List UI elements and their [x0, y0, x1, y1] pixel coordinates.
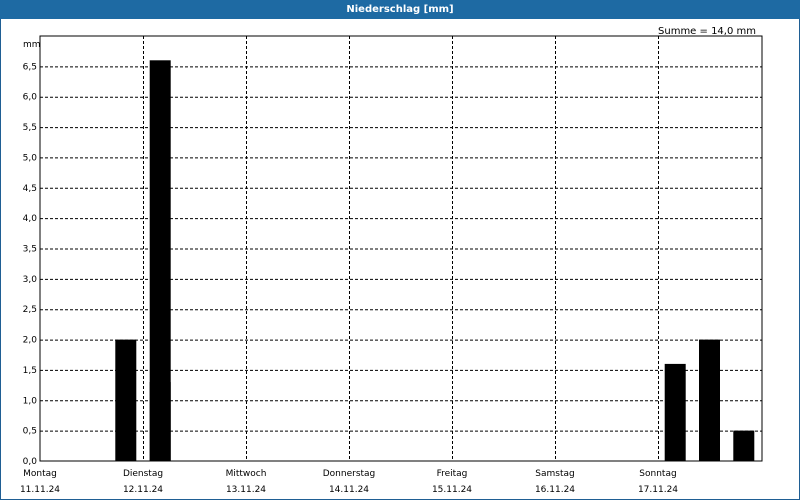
- precipitation-bar: [733, 430, 755, 461]
- x-tick-date: 14.11.24: [329, 485, 369, 495]
- y-tick-label: 2,0: [23, 336, 38, 346]
- precipitation-bar: [115, 339, 137, 461]
- y-tick-label: 1,5: [23, 366, 37, 376]
- x-tick-weekday: Sonntag: [639, 469, 676, 479]
- y-tick-label: 5,5: [23, 123, 37, 133]
- x-tick-date: 13.11.24: [226, 485, 266, 495]
- grid-lines: [40, 36, 762, 461]
- y-tick-label: 6,5: [23, 62, 37, 72]
- x-tick-weekday: Freitag: [437, 469, 468, 479]
- x-tick-weekday: Mittwoch: [226, 469, 267, 479]
- x-tick-date: 12.11.24: [123, 485, 163, 495]
- y-tick-label: 3,0: [23, 275, 38, 285]
- precipitation-bar: [699, 339, 720, 461]
- y-tick-label: 1,0: [23, 396, 38, 406]
- precipitation-chart: 0,0 0,5 1,0 1,5 2,0 2,5 3,0 3,5 4,0 4,5 5,0 5,5 6,0 6…: [20, 35, 763, 495]
- x-tick-date: 11.11.24: [20, 485, 60, 495]
- y-tick-label: 4,5: [23, 184, 37, 194]
- x-tick-weekday: Donnerstag: [323, 469, 376, 479]
- y-tick-label: 6,0: [23, 93, 38, 103]
- y-tick-label: 2,5: [23, 305, 37, 315]
- y-tick-labels: 0,0 0,5 1,0 1,5 2,0 2,5 3,0 3,5 4,0 4,5 5,0 5,5 6,0 6…: [23, 62, 38, 467]
- y-tick-label: 4,0: [23, 214, 38, 224]
- x-tick-date: 16.11.24: [535, 485, 575, 495]
- y-tick-label: 3,5: [23, 245, 37, 255]
- x-tick-weekday: Samstag: [535, 469, 574, 479]
- precipitation-bar: [664, 363, 686, 461]
- precipitation-bar: [149, 60, 171, 462]
- x-tick-date: 17.11.24: [638, 485, 678, 495]
- x-tick-date: 15.11.24: [432, 485, 472, 495]
- x-tick-labels: Montag 11.11.24 Dienstag 12.11.24 Mittwoch 13…: [20, 469, 678, 495]
- y-tick-label: 0,5: [23, 427, 37, 437]
- x-tick-weekday: Dienstag: [123, 469, 163, 479]
- x-tick-weekday: Montag: [23, 469, 57, 479]
- y-tick-label: 0,0: [23, 457, 38, 467]
- y-tick-label: 5,0: [23, 153, 38, 163]
